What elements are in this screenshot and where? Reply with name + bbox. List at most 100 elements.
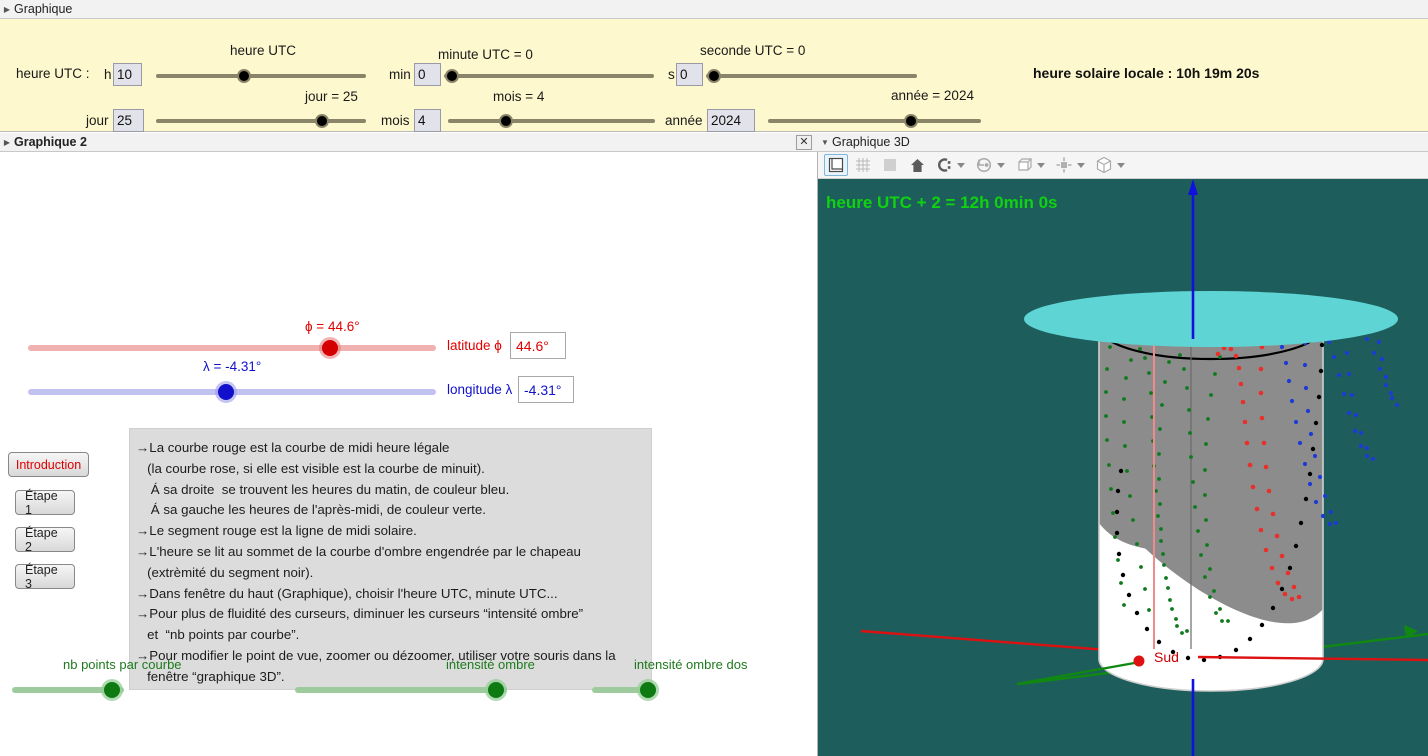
etape-1-button[interactable]: Étape 1	[15, 490, 75, 515]
mois-input[interactable]: 4	[414, 109, 441, 132]
jour-input[interactable]: 25	[113, 109, 144, 132]
slider-track	[768, 119, 981, 123]
info-line: →Dans fenêtre du haut (Graphique), chois…	[136, 584, 643, 605]
introduction-button[interactable]: Introduction	[8, 452, 89, 477]
slider-knob[interactable]	[445, 69, 459, 83]
panel-title-label: Graphique	[14, 2, 72, 16]
min-input[interactable]: 0	[414, 63, 441, 86]
chevron-down-icon[interactable]	[997, 163, 1005, 168]
slider-track	[706, 74, 917, 78]
minute-utc-slider[interactable]	[444, 67, 654, 85]
heure-utc-slider[interactable]	[156, 67, 366, 85]
intensite-ombre-dos-slider[interactable]	[592, 680, 654, 700]
lambda-slider-caption: λ = -4.31°	[203, 359, 261, 374]
slider-knob[interactable]	[640, 682, 656, 698]
cylinder-group	[1099, 319, 1323, 691]
nb-points-slider-caption: nb points par courbe	[63, 657, 182, 672]
heure-solaire-locale-label: heure solaire locale : 10h 19m 20s	[1033, 65, 1259, 81]
chevron-down-icon[interactable]: ▼	[818, 138, 832, 147]
view-cube-icon[interactable]	[1092, 154, 1116, 176]
sundial-3d-scene[interactable]: Sud	[818, 179, 1428, 756]
s-label: s	[668, 67, 675, 82]
intensite-ombre-dos-slider-caption: intensité ombre dos	[634, 657, 747, 672]
annee-input[interactable]: 2024	[707, 109, 755, 132]
slider-knob[interactable]	[499, 114, 513, 128]
rotate-view-icon[interactable]	[972, 154, 996, 176]
latitude-input[interactable]: 44.6°	[510, 332, 566, 359]
rotate-view-group[interactable]	[972, 154, 1009, 176]
latitude-slider[interactable]	[28, 338, 436, 358]
graphique3d-view[interactable]: heure UTC + 2 = 12h 0min 0s	[818, 179, 1428, 756]
latitude-label: latitude ϕ	[447, 338, 502, 353]
slider-knob[interactable]	[237, 69, 251, 83]
slider-knob[interactable]	[322, 340, 338, 356]
info-line: Á sa droite se trouvent les heures du ma…	[136, 480, 643, 501]
close-icon[interactable]: ✕	[796, 135, 812, 150]
slider-track	[156, 74, 366, 78]
axes-plane-icon[interactable]	[824, 154, 848, 176]
info-line: →La courbe rouge est la courbe de midi h…	[136, 438, 643, 459]
graphique-panel: heure UTC : h 10 heure UTC min 0 minute …	[0, 19, 1428, 132]
point-capture-icon[interactable]	[1052, 154, 1076, 176]
sud-label: Sud	[1154, 649, 1179, 665]
graphique2-panel: ϕ = 44.6° latitude ϕ 44.6° λ = -4.31° lo…	[0, 152, 818, 756]
phi-slider-caption: ϕ = 44.6°	[305, 319, 360, 334]
s-input[interactable]: 0	[676, 63, 703, 86]
slider-knob[interactable]	[904, 114, 918, 128]
projection-group[interactable]	[1012, 154, 1049, 176]
annee-slider[interactable]	[768, 112, 981, 130]
slider-knob[interactable]	[315, 114, 329, 128]
slider-track	[448, 119, 655, 123]
chevron-right-icon[interactable]: ▶	[0, 5, 14, 14]
info-line: (extrèmité du segment noir).	[136, 563, 643, 584]
longitude-input[interactable]: -4.31°	[518, 376, 574, 403]
info-line: →Pour plus de fluidité des curseurs, dim…	[136, 604, 643, 625]
slider-knob[interactable]	[488, 682, 504, 698]
slider-track	[28, 345, 436, 351]
info-line: Á sa gauche les heures de l'après-midi, …	[136, 500, 643, 521]
slider-knob[interactable]	[707, 69, 721, 83]
axis-z-arrow	[1188, 179, 1198, 195]
home-icon[interactable]	[905, 154, 929, 176]
chevron-down-icon[interactable]	[1117, 163, 1125, 168]
info-line: →Pour modifier le point de vue, zoomer o…	[136, 646, 643, 667]
nb-points-par-courbe-slider[interactable]	[12, 680, 124, 700]
app-root: ▶ Graphique heure UTC : h 10 heure UTC m…	[0, 0, 1428, 756]
mois-slider-caption: mois = 4	[493, 89, 544, 104]
plane-icon[interactable]	[878, 154, 902, 176]
jour-label: jour	[86, 113, 109, 128]
slider-knob[interactable]	[104, 682, 120, 698]
clipping-icon[interactable]	[932, 154, 956, 176]
clipping-group[interactable]	[932, 154, 969, 176]
jour-slider[interactable]	[156, 112, 366, 130]
panel-header-graphique3d[interactable]: ▼ Graphique 3D	[818, 133, 1428, 152]
chevron-down-icon[interactable]	[957, 163, 965, 168]
min-label: min	[389, 67, 411, 82]
etape-3-button[interactable]: Étape 3	[15, 564, 75, 589]
point-capture-group[interactable]	[1052, 154, 1089, 176]
heure-utc-label: heure UTC :	[16, 66, 90, 81]
h-label: h	[104, 67, 112, 82]
seconde-utc-slider[interactable]	[706, 67, 917, 85]
h-input[interactable]: 10	[113, 63, 142, 86]
slider-track	[295, 687, 507, 693]
panel-title-label: Graphique 3D	[832, 135, 910, 149]
panel-header-graphique2[interactable]: ▶ Graphique 2 ✕	[0, 133, 818, 152]
info-line: (la courbe rose, si elle est visible est…	[136, 459, 643, 480]
projection-icon[interactable]	[1012, 154, 1036, 176]
info-line: →L'heure se lit au sommet de la courbe d…	[136, 542, 643, 563]
heure-utc-slider-caption: heure UTC	[230, 43, 296, 58]
etape-2-button[interactable]: Étape 2	[15, 527, 75, 552]
panel-header-graphique[interactable]: ▶ Graphique	[0, 0, 1428, 19]
chevron-down-icon[interactable]	[1077, 163, 1085, 168]
chevron-down-icon[interactable]	[1037, 163, 1045, 168]
view-cube-group[interactable]	[1092, 154, 1129, 176]
longitude-slider[interactable]	[28, 382, 436, 402]
panel-title-label: Graphique 2	[14, 135, 87, 149]
chevron-right-icon[interactable]: ▶	[0, 138, 14, 147]
grid-icon[interactable]	[851, 154, 875, 176]
info-text-box: →La courbe rouge est la courbe de midi h…	[129, 428, 652, 690]
intensite-ombre-slider[interactable]	[295, 680, 507, 700]
slider-knob[interactable]	[218, 384, 234, 400]
mois-slider[interactable]	[448, 112, 655, 130]
